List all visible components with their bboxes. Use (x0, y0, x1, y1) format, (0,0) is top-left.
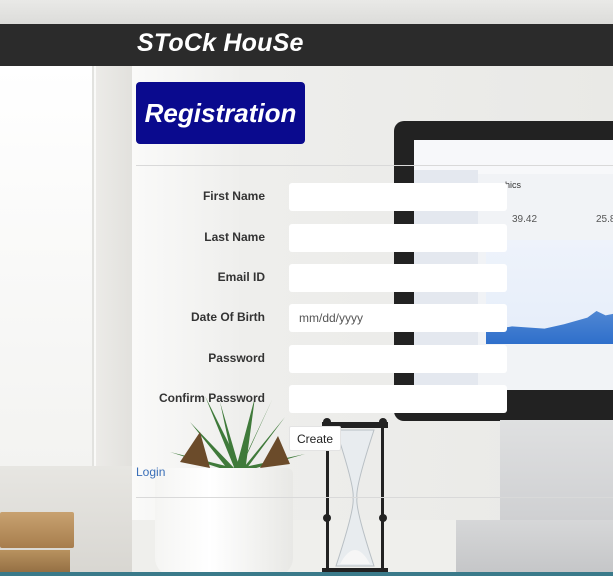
top-navbar: SToCk HouSe (0, 24, 613, 66)
dob-input[interactable] (289, 304, 507, 332)
first-name-input[interactable] (289, 183, 507, 211)
confirm-password-label: Confirm Password (158, 391, 265, 405)
confirm-password-row: Confirm Password (136, 385, 613, 413)
password-row: Password (136, 345, 613, 373)
email-input[interactable] (289, 264, 507, 292)
brand-logo-text[interactable]: SToCk HouSe (137, 29, 304, 58)
last-name-row: Last Name (136, 224, 613, 252)
page-title-badge: Registration (136, 82, 305, 144)
monitor-base (456, 520, 613, 576)
email-row: Email ID (136, 264, 613, 292)
last-name-label: Last Name (204, 230, 265, 244)
last-name-input[interactable] (289, 224, 507, 252)
bottom-bar (0, 572, 613, 576)
create-button[interactable]: Create (289, 426, 341, 451)
confirm-password-input[interactable] (289, 385, 507, 413)
divider-top (136, 165, 613, 166)
email-label: Email ID (217, 270, 265, 284)
divider-bottom (136, 497, 613, 498)
password-input[interactable] (289, 345, 507, 373)
first-name-label: First Name (202, 189, 265, 203)
dob-label: Date Of Birth (190, 310, 265, 324)
window (0, 66, 92, 466)
screen-header (414, 140, 613, 174)
books-top (0, 512, 74, 548)
first-name-row: First Name (136, 183, 613, 211)
dob-row: Date Of Birth (136, 304, 613, 332)
plant-pot (155, 468, 293, 576)
monitor-stand (500, 420, 613, 520)
top-strip (0, 0, 613, 24)
login-link[interactable]: Login (136, 465, 165, 479)
password-label: Password (208, 351, 265, 365)
page-title: Registration (144, 97, 297, 128)
